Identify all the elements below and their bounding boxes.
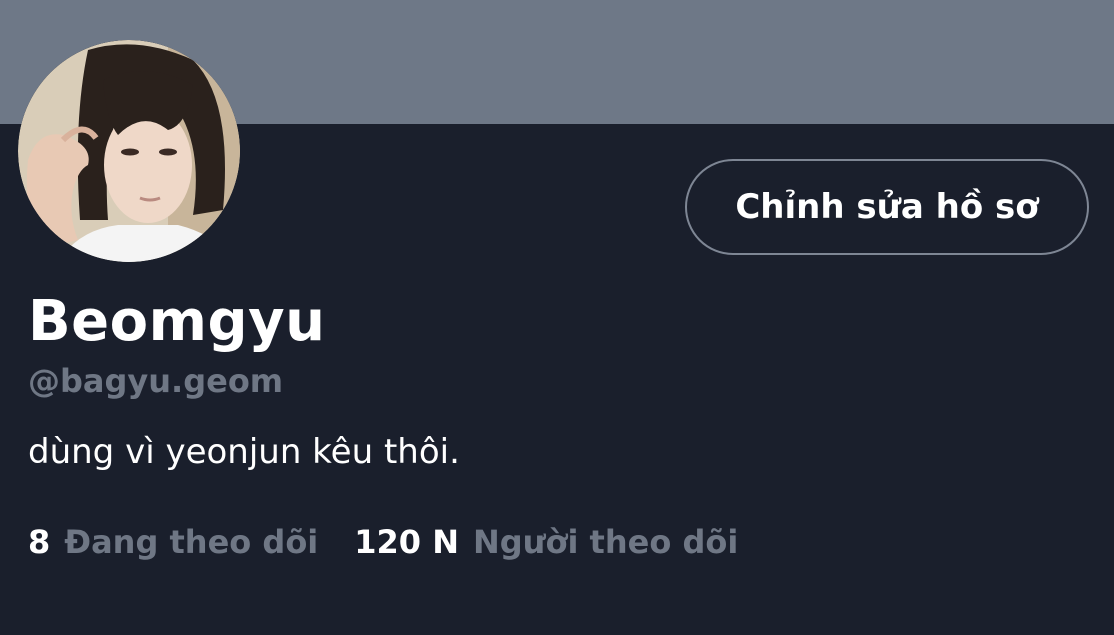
display-name: Beomgyu xyxy=(28,289,326,354)
avatar-photo xyxy=(18,40,240,262)
profile-bio: dùng vì yeonjun kêu thôi. xyxy=(28,432,460,472)
followers-label: Người theo dõi xyxy=(472,523,739,561)
followers-stat[interactable]: 120 N Người theo dõi xyxy=(354,518,738,566)
following-stat[interactable]: 8 Đang theo dõi xyxy=(28,518,318,566)
user-handle: @bagyu.geom xyxy=(28,362,284,400)
profile-page: Chỉnh sửa hồ sơ Beomgyu @bagyu.geom dùng… xyxy=(0,0,1114,635)
edit-profile-button[interactable]: Chỉnh sửa hồ sơ xyxy=(685,159,1089,255)
following-label: Đang theo dõi xyxy=(64,523,319,561)
following-count: 8 xyxy=(28,523,51,561)
avatar[interactable] xyxy=(18,40,240,262)
followers-count: 120 N xyxy=(354,523,459,561)
profile-stats: 8 Đang theo dõi 120 N Người theo dõi xyxy=(28,518,738,566)
